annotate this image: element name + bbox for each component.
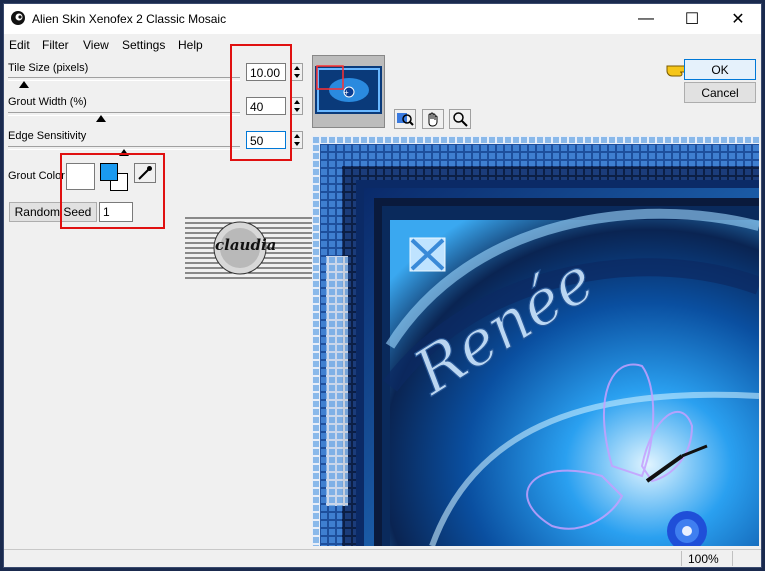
tile-size-slider-track[interactable] xyxy=(8,77,240,81)
grout-color-label: Grout Color xyxy=(8,170,65,182)
zoom-icon xyxy=(453,112,468,127)
grout-width-spinner[interactable] xyxy=(291,97,303,115)
preview-toggle-button[interactable] xyxy=(394,109,416,129)
grout-width-label: Grout Width (%) xyxy=(8,96,87,108)
maximize-button[interactable]: ☐ xyxy=(669,4,715,34)
zoom-tool-button[interactable] xyxy=(449,109,471,129)
tile-size-label: Tile Size (pixels) xyxy=(8,62,89,74)
preview-canvas[interactable]: Renée xyxy=(312,136,759,546)
cancel-button[interactable]: Cancel xyxy=(684,82,756,103)
magnify-preview-icon xyxy=(397,113,414,126)
navigator-thumbnail[interactable]: + xyxy=(312,55,385,128)
app-icon xyxy=(11,11,25,25)
menu-settings[interactable]: Settings xyxy=(122,38,165,52)
grout-width-slider-track[interactable] xyxy=(8,112,240,116)
color-highlight-box xyxy=(60,153,165,229)
grout-width-slider-thumb[interactable] xyxy=(95,115,106,122)
edge-sensitivity-spinner[interactable] xyxy=(291,131,303,149)
menu-help[interactable]: Help xyxy=(178,38,203,52)
minimize-button[interactable]: — xyxy=(623,4,669,34)
hand-tool-button[interactable] xyxy=(422,109,444,129)
status-divider xyxy=(732,551,733,566)
close-button[interactable]: ✕ xyxy=(715,4,761,34)
mosaic-preview-image: Renée xyxy=(312,136,759,546)
title-bar: Alien Skin Xenofex 2 Classic Mosaic — ☐ … xyxy=(4,4,761,34)
ok-button[interactable]: OK xyxy=(684,59,756,80)
navigator-image: + xyxy=(315,65,382,114)
menu-bar: Edit Filter View Settings Help xyxy=(4,35,761,55)
tile-size-slider-thumb[interactable] xyxy=(19,81,30,88)
dialog-window: Alien Skin Xenofex 2 Classic Mosaic — ☐ … xyxy=(3,3,762,568)
menu-filter[interactable]: Filter xyxy=(42,38,69,52)
window-title: Alien Skin Xenofex 2 Classic Mosaic xyxy=(32,12,227,26)
watermark-logo: claudia xyxy=(185,215,316,281)
status-divider xyxy=(681,551,682,566)
hand-pan-icon xyxy=(428,112,438,127)
menu-view[interactable]: View xyxy=(83,38,109,52)
tile-size-spinner[interactable] xyxy=(291,63,303,81)
menu-edit[interactable]: Edit xyxy=(9,38,30,52)
watermark-text: claudia xyxy=(215,236,277,254)
status-bar: 100% xyxy=(4,549,761,567)
svg-text:+: + xyxy=(344,88,349,97)
edge-sensitivity-label: Edge Sensitivity xyxy=(8,130,87,142)
zoom-level: 100% xyxy=(688,552,719,566)
values-highlight-box xyxy=(230,44,292,161)
